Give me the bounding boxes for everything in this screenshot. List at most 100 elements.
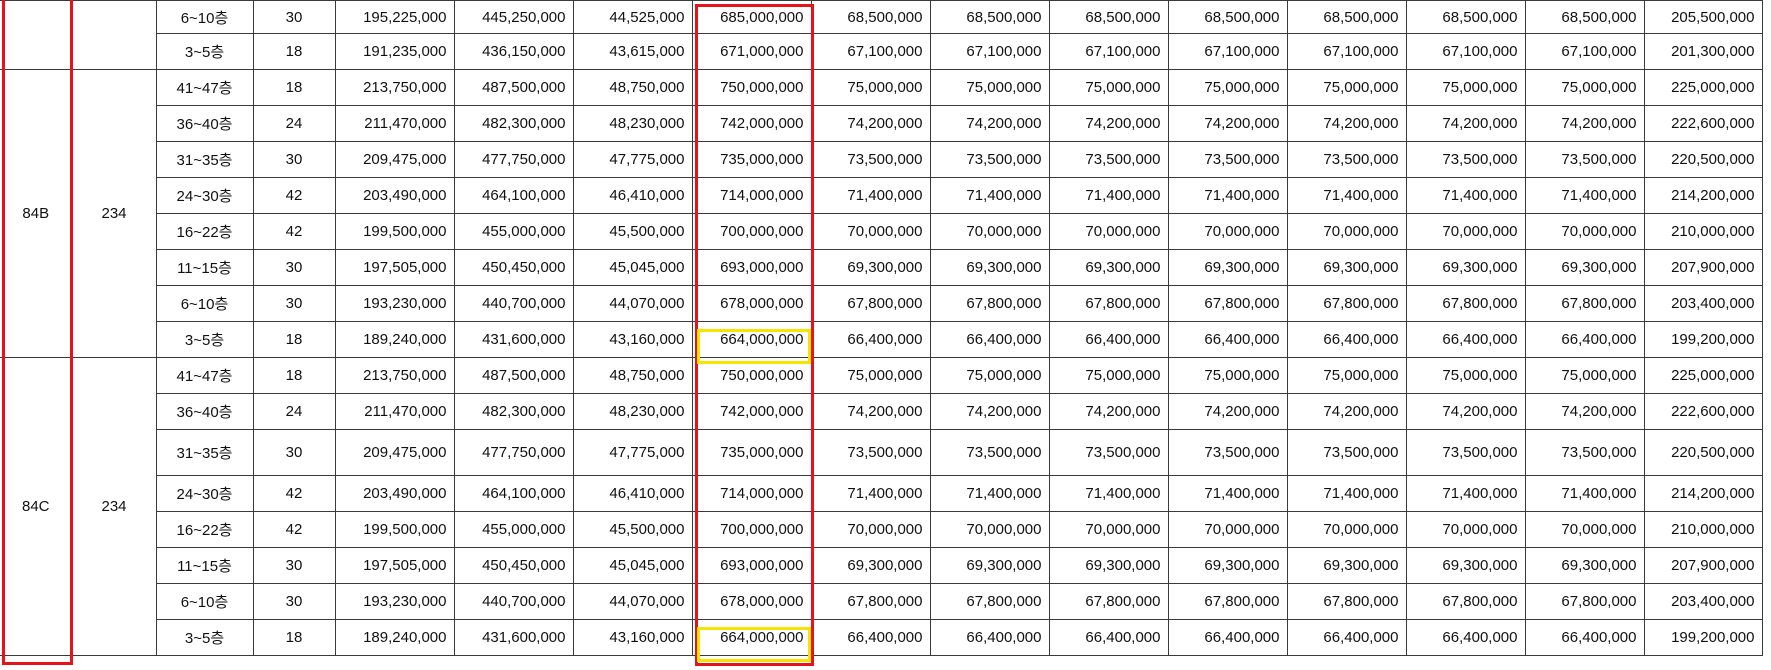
unit-count-cell: 30 bbox=[252, 249, 336, 286]
price-cell: 68,500,000 bbox=[1048, 0, 1169, 34]
price-cell: 445,250,000 bbox=[453, 0, 574, 34]
price-cell: 74,200,000 bbox=[929, 393, 1050, 430]
price-cell: 66,400,000 bbox=[1286, 619, 1407, 656]
unit-count-cell: 30 bbox=[252, 285, 336, 322]
price-cell: 477,750,000 bbox=[453, 429, 574, 476]
table-row: 31~35층 30 209,475,000 477,750,000 47,775,000… bbox=[0, 429, 1763, 476]
price-cell: 66,400,000 bbox=[929, 619, 1050, 656]
price-cell: 75,000,000 bbox=[1286, 357, 1407, 394]
price-table: 6~10층 30 195,225,000 445,250,000 44,525,000 6… bbox=[0, 0, 1763, 656]
price-cell: 73,500,000 bbox=[1048, 141, 1169, 178]
price-cell: 482,300,000 bbox=[453, 393, 574, 430]
price-cell: 67,800,000 bbox=[1048, 583, 1169, 620]
floor-range-cell: 3~5층 bbox=[155, 321, 254, 358]
price-cell: 209,475,000 bbox=[334, 141, 455, 178]
total-price-cell: 678,000,000 bbox=[691, 583, 812, 620]
price-cell: 436,150,000 bbox=[453, 33, 574, 70]
total-price-cell: 750,000,000 bbox=[691, 357, 812, 394]
price-cell: 73,500,000 bbox=[1286, 429, 1407, 476]
floor-range-cell: 24~30층 bbox=[155, 475, 254, 512]
floor-range-cell: 24~30층 bbox=[155, 177, 254, 214]
price-cell: 71,400,000 bbox=[1048, 475, 1169, 512]
price-cell: 43,615,000 bbox=[572, 33, 693, 70]
price-cell: 197,505,000 bbox=[334, 249, 455, 286]
table-row: 11~15층 30 197,505,000 450,450,000 45,045,000… bbox=[0, 547, 1763, 584]
price-cell: 75,000,000 bbox=[1405, 357, 1526, 394]
price-cell: 73,500,000 bbox=[810, 141, 931, 178]
table-row: 36~40층 24 211,470,000 482,300,000 48,230,000… bbox=[0, 105, 1763, 142]
price-cell: 67,100,000 bbox=[1167, 33, 1288, 70]
price-cell: 48,230,000 bbox=[572, 105, 693, 142]
price-cell: 68,500,000 bbox=[1167, 0, 1288, 34]
total-price-cell: 750,000,000 bbox=[691, 69, 812, 106]
price-cell: 43,160,000 bbox=[572, 619, 693, 656]
price-cell: 66,400,000 bbox=[1167, 321, 1288, 358]
price-cell: 70,000,000 bbox=[1048, 213, 1169, 250]
price-cell: 66,400,000 bbox=[1286, 321, 1407, 358]
floor-range-cell: 6~10층 bbox=[155, 583, 254, 620]
balance-cell: 203,400,000 bbox=[1643, 285, 1763, 322]
price-cell: 68,500,000 bbox=[1524, 0, 1645, 34]
total-price-cell: 714,000,000 bbox=[691, 475, 812, 512]
price-cell: 69,300,000 bbox=[1167, 547, 1288, 584]
total-price-cell: 700,000,000 bbox=[691, 511, 812, 548]
price-cell: 73,500,000 bbox=[1524, 429, 1645, 476]
price-cell: 45,045,000 bbox=[572, 547, 693, 584]
price-cell: 75,000,000 bbox=[929, 69, 1050, 106]
price-cell: 70,000,000 bbox=[1286, 511, 1407, 548]
floor-range-cell: 11~15층 bbox=[155, 547, 254, 584]
price-cell: 75,000,000 bbox=[1405, 69, 1526, 106]
price-cell: 455,000,000 bbox=[453, 511, 574, 548]
price-cell: 70,000,000 bbox=[1405, 213, 1526, 250]
total-price-cell: 685,000,000 bbox=[691, 0, 812, 34]
balance-cell: 207,900,000 bbox=[1643, 249, 1763, 286]
price-cell: 47,775,000 bbox=[572, 429, 693, 476]
price-cell: 431,600,000 bbox=[453, 321, 574, 358]
unit-count-cell: 18 bbox=[252, 357, 336, 394]
price-cell: 66,400,000 bbox=[1405, 321, 1526, 358]
price-cell: 75,000,000 bbox=[1286, 69, 1407, 106]
total-price-cell: 693,000,000 bbox=[691, 547, 812, 584]
unit-count-cell: 18 bbox=[252, 619, 336, 656]
price-cell: 70,000,000 bbox=[929, 511, 1050, 548]
price-cell: 70,000,000 bbox=[1048, 511, 1169, 548]
price-cell: 46,410,000 bbox=[572, 475, 693, 512]
price-cell: 74,200,000 bbox=[1524, 105, 1645, 142]
price-cell: 48,230,000 bbox=[572, 393, 693, 430]
floor-range-cell: 36~40층 bbox=[155, 393, 254, 430]
price-cell: 199,500,000 bbox=[334, 213, 455, 250]
table-row: 24~30층 42 203,490,000 464,100,000 46,410,000… bbox=[0, 177, 1763, 214]
price-cell: 66,400,000 bbox=[1048, 321, 1169, 358]
price-cell: 75,000,000 bbox=[929, 357, 1050, 394]
total-price-cell: 742,000,000 bbox=[691, 393, 812, 430]
table-row: 3~5층 18 189,240,000 431,600,000 43,160,000 66… bbox=[0, 619, 1763, 656]
price-cell: 67,800,000 bbox=[1405, 583, 1526, 620]
unit-count-cell: 18 bbox=[252, 69, 336, 106]
table-row: 11~15층 30 197,505,000 450,450,000 45,045,000… bbox=[0, 249, 1763, 286]
unit-count-cell: 24 bbox=[252, 393, 336, 430]
floor-range-cell: 41~47층 bbox=[155, 357, 254, 394]
balance-cell: 210,000,000 bbox=[1643, 213, 1763, 250]
unit-total-cell: 234 bbox=[71, 69, 157, 358]
unit-count-cell: 30 bbox=[252, 429, 336, 476]
balance-cell: 225,000,000 bbox=[1643, 357, 1763, 394]
price-cell: 67,800,000 bbox=[1286, 285, 1407, 322]
price-cell: 75,000,000 bbox=[1524, 357, 1645, 394]
price-cell: 75,000,000 bbox=[1048, 357, 1169, 394]
price-cell: 70,000,000 bbox=[1167, 511, 1288, 548]
price-cell: 67,800,000 bbox=[810, 583, 931, 620]
unit-count-cell: 42 bbox=[252, 511, 336, 548]
price-cell: 46,410,000 bbox=[572, 177, 693, 214]
price-cell: 67,800,000 bbox=[1048, 285, 1169, 322]
price-cell: 70,000,000 bbox=[1405, 511, 1526, 548]
price-cell: 74,200,000 bbox=[1405, 393, 1526, 430]
price-cell: 44,525,000 bbox=[572, 0, 693, 34]
table-row: 3~5층 18 189,240,000 431,600,000 43,160,000 66… bbox=[0, 321, 1763, 358]
balance-cell: 210,000,000 bbox=[1643, 511, 1763, 548]
price-cell: 71,400,000 bbox=[929, 475, 1050, 512]
housing-type-cell bbox=[0, 0, 73, 70]
price-cell: 69,300,000 bbox=[1286, 547, 1407, 584]
balance-cell: 225,000,000 bbox=[1643, 69, 1763, 106]
price-cell: 487,500,000 bbox=[453, 69, 574, 106]
price-cell: 67,800,000 bbox=[929, 285, 1050, 322]
